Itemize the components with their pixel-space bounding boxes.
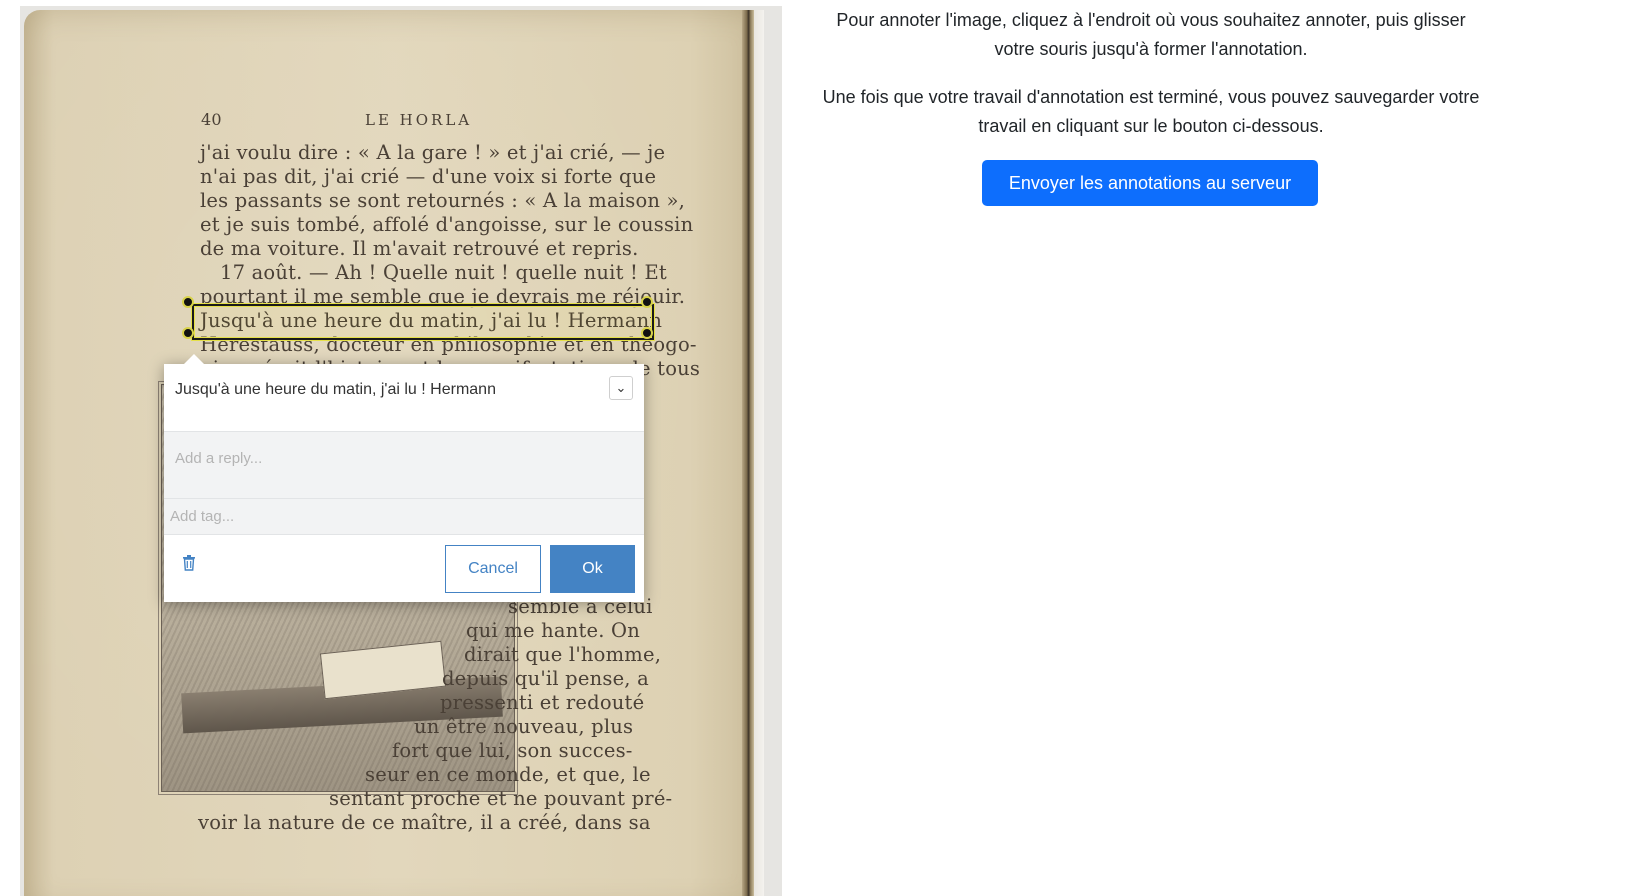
ok-button[interactable]: Ok xyxy=(550,545,635,593)
cancel-button[interactable]: Cancel xyxy=(445,545,541,593)
text-line: qui me hante. On xyxy=(466,619,640,642)
text-line: voir la nature de ce maître, il a créé, … xyxy=(198,811,651,834)
running-header: LE HORLA xyxy=(365,111,473,129)
resize-handle-top-right[interactable] xyxy=(641,296,653,308)
instruction-line: Pour annoter l'image, cliquez à l'endroi… xyxy=(836,10,1466,30)
comment-menu-button[interactable]: ⌄ xyxy=(609,376,633,400)
resize-handle-bottom-left[interactable] xyxy=(182,327,194,339)
instructions-paragraph-1: Pour annoter l'image, cliquez à l'endroi… xyxy=(786,6,1516,64)
instruction-line: votre souris jusqu'à former l'annotation… xyxy=(994,39,1308,59)
text-line: dirait que l'homme, xyxy=(464,643,662,666)
text-line: pressenti et redouté xyxy=(440,691,645,714)
page-number: 40 xyxy=(201,110,222,129)
text-line: de ma voiture. Il m'avait retrouvé et re… xyxy=(200,237,639,260)
text-line: les passants se sont retournés : « A la … xyxy=(200,189,686,212)
annotation-comment[interactable]: Jusqu'à une heure du matin, j'ai lu ! He… xyxy=(175,381,496,399)
resize-handle-top-left[interactable] xyxy=(182,296,194,308)
reply-placeholder: Add a reply... xyxy=(175,450,263,467)
book-spine xyxy=(742,10,754,896)
text-line: n'ai pas dit, j'ai crié — d'une voix si … xyxy=(200,165,657,188)
text-line: j'ai voulu dire : « A la gare ! » et j'a… xyxy=(200,141,666,164)
tag-input[interactable]: Add tag... xyxy=(164,499,644,535)
annotation-selection-box[interactable] xyxy=(192,304,654,340)
chevron-down-icon: ⌄ xyxy=(615,380,627,395)
text-line: un être nouveau, plus xyxy=(414,715,634,738)
text-line: et je suis tombé, affolé d'angoisse, sur… xyxy=(200,213,694,236)
text-line: fort que lui, son succes- xyxy=(392,739,633,762)
tag-placeholder: Add tag... xyxy=(170,508,235,525)
page-edge xyxy=(754,10,764,896)
instruction-line: Une fois que votre travail d'annotation … xyxy=(822,87,1480,107)
instruction-line: travail en cliquant sur le bouton ci-des… xyxy=(978,116,1324,136)
text-line: depuis qu'il pense, a xyxy=(442,667,649,690)
text-line: 17 août. — Ah ! Quelle nuit ! quelle nui… xyxy=(220,261,667,284)
delete-annotation-button[interactable] xyxy=(180,554,198,572)
annotation-editor-popup: Jusqu'à une heure du matin, j'ai lu ! He… xyxy=(164,354,644,602)
send-annotations-button[interactable]: Envoyer les annotations au serveur xyxy=(982,160,1318,206)
trash-icon xyxy=(183,555,195,571)
instructions-paragraph-2: Une fois que votre travail d'annotation … xyxy=(786,83,1516,141)
reply-input[interactable]: Add a reply... xyxy=(164,431,644,499)
text-line: sentant proche et ne pouvant pré- xyxy=(329,787,673,810)
resize-handle-bottom-right[interactable] xyxy=(641,327,653,339)
text-line: seur en ce monde, et que, le xyxy=(365,763,651,786)
